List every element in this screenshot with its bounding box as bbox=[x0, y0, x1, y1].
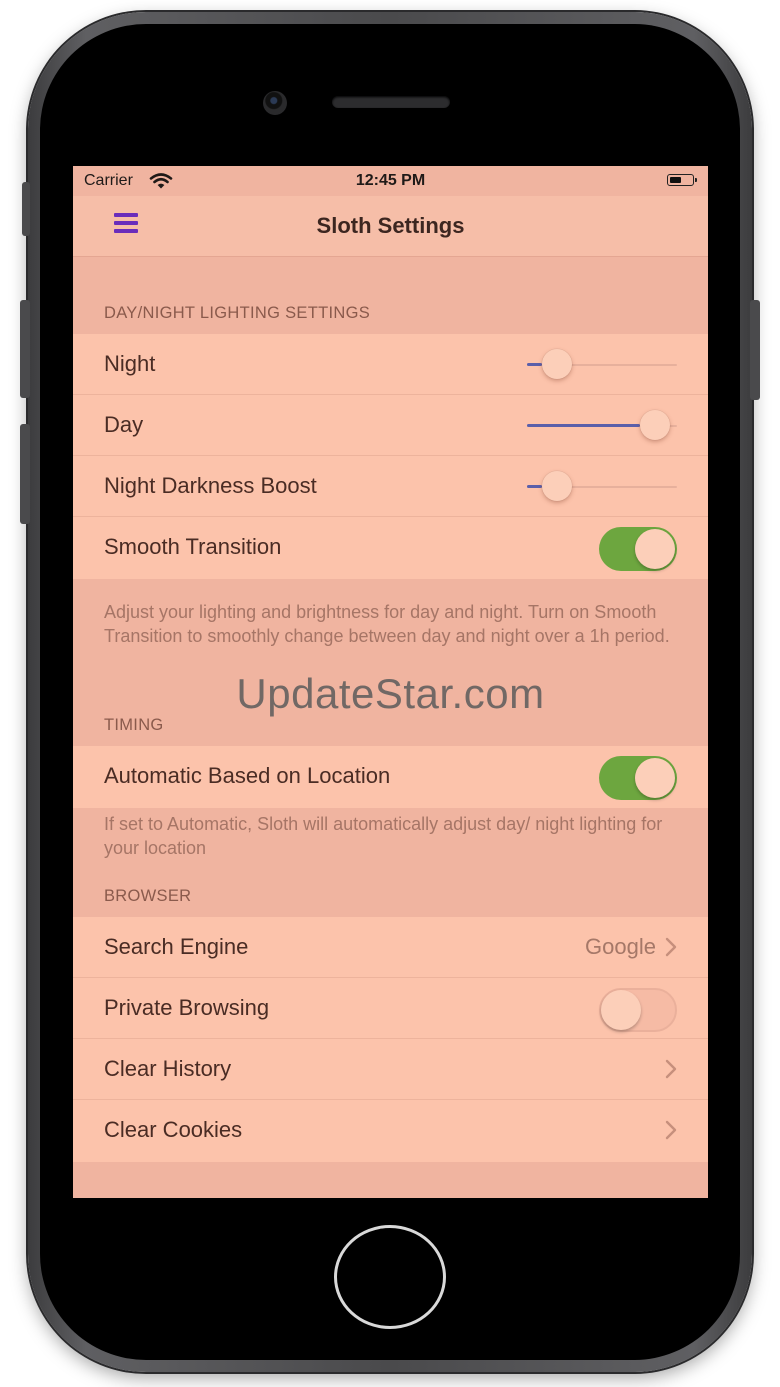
lighting-group: Night Day Night Darkness Boost Smooth Tr… bbox=[73, 334, 708, 579]
watermark: UpdateStar.com bbox=[236, 670, 545, 717]
automatic-location-toggle[interactable] bbox=[599, 756, 677, 800]
chevron-right-icon bbox=[665, 937, 677, 957]
section-footer-lighting: Adjust your lighting and brightness for … bbox=[104, 602, 670, 646]
page-title: Sloth Settings bbox=[316, 213, 465, 238]
slider-thumb[interactable] bbox=[639, 410, 670, 440]
day-slider[interactable] bbox=[527, 410, 677, 442]
browser-group: Search Engine Google Private Browsing Cl… bbox=[73, 917, 708, 1162]
app-screen: Carrier 12:45 PM Sloth Settings DAY/NIGH… bbox=[73, 166, 708, 1198]
status-time: 12:45 PM bbox=[355, 172, 426, 189]
battery-level bbox=[669, 176, 681, 183]
power-button bbox=[750, 300, 760, 400]
slider-thumb[interactable] bbox=[542, 349, 572, 379]
row-label-night-darkness-boost: Night Darkness Boost bbox=[104, 473, 317, 498]
row-search-engine[interactable]: Search Engine Google bbox=[73, 917, 708, 978]
volume-down-button bbox=[20, 424, 30, 524]
slider-thumb[interactable] bbox=[542, 471, 572, 501]
smooth-transition-toggle[interactable] bbox=[599, 527, 677, 571]
row-label-automatic-location: Automatic Based on Location bbox=[104, 763, 391, 788]
toggle-knob bbox=[601, 990, 641, 1030]
row-clear-cookies[interactable]: Clear Cookies bbox=[73, 1100, 708, 1162]
row-label-night: Night bbox=[104, 351, 156, 376]
home-button[interactable] bbox=[334, 1225, 446, 1329]
night-slider[interactable] bbox=[527, 349, 677, 381]
row-day: Day bbox=[73, 395, 708, 456]
timing-group: Automatic Based on Location bbox=[73, 746, 708, 808]
row-label-day: Day bbox=[104, 412, 144, 437]
row-label-search-engine: Search Engine bbox=[104, 934, 249, 959]
chevron-right-icon bbox=[665, 1120, 677, 1140]
row-label-clear-cookies: Clear Cookies bbox=[104, 1117, 243, 1142]
mute-switch bbox=[22, 182, 30, 236]
row-label-smooth-transition: Smooth Transition bbox=[104, 534, 282, 559]
row-label-private-browsing: Private Browsing bbox=[104, 995, 270, 1020]
section-header-browser: BROWSER bbox=[104, 887, 192, 905]
search-engine-value: Google bbox=[585, 934, 656, 959]
row-clear-history[interactable]: Clear History bbox=[73, 1039, 708, 1100]
private-browsing-toggle[interactable] bbox=[599, 988, 677, 1032]
row-automatic-location: Automatic Based on Location bbox=[73, 746, 708, 808]
volume-up-button bbox=[20, 300, 30, 398]
row-smooth-transition: Smooth Transition bbox=[73, 517, 708, 579]
row-private-browsing: Private Browsing bbox=[73, 978, 708, 1039]
earpiece-speaker bbox=[332, 96, 450, 108]
toggle-knob bbox=[635, 529, 675, 569]
status-bar: Carrier 12:45 PM bbox=[73, 166, 708, 196]
row-label-clear-history: Clear History bbox=[104, 1056, 232, 1081]
toggle-knob bbox=[635, 758, 675, 798]
battery-icon bbox=[667, 174, 697, 186]
chevron-right-icon bbox=[665, 1059, 677, 1079]
row-night-darkness-boost: Night Darkness Boost bbox=[73, 456, 708, 517]
front-camera-icon bbox=[263, 91, 287, 115]
night-darkness-boost-slider[interactable] bbox=[527, 471, 677, 503]
section-header-lighting: DAY/NIGHT LIGHTING SETTINGS bbox=[104, 304, 371, 322]
navigation-bar: Sloth Settings bbox=[73, 196, 708, 257]
row-night: Night bbox=[73, 334, 708, 395]
section-footer-timing: If set to Automatic, Sloth will automati… bbox=[104, 814, 663, 858]
section-header-timing: TIMING bbox=[104, 716, 164, 734]
